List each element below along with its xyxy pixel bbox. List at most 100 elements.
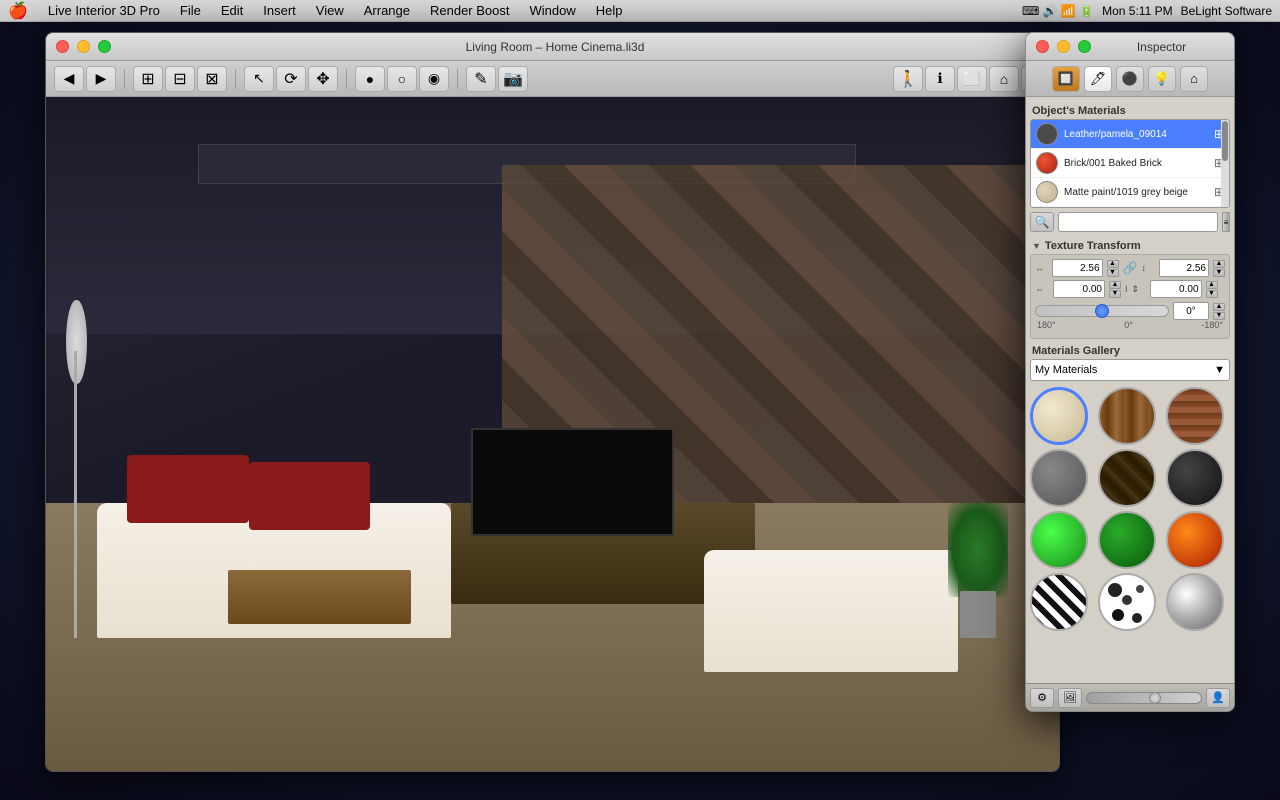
tab-paint[interactable]: 🖊 [1084,66,1112,92]
angle-stepper: ▲ ▼ [1213,303,1225,320]
tab-materials[interactable]: 🔲 [1052,66,1080,92]
angle-slider-track[interactable] [1035,305,1169,317]
gallery-item-zebra[interactable] [1030,573,1088,631]
tab-texture[interactable]: ⚫ [1116,66,1144,92]
floorplan-button[interactable]: ⊞ [133,66,163,92]
scale-x-input[interactable]: 2.56 [1052,259,1102,277]
menu-app-name[interactable]: Live Interior 3D Pro [44,3,164,18]
menu-render-boost[interactable]: Render Boost [426,3,514,18]
perspective-button[interactable]: ⊟ [165,66,195,92]
scale-y-down[interactable]: ▼ [1213,269,1225,277]
gallery-item-spots[interactable] [1098,573,1156,631]
forward-button[interactable]: ▶ [86,66,116,92]
material-item-brick[interactable]: Brick/001 Baked Brick ⊞ [1031,149,1229,178]
mat-name-brick: Brick/001 Baked Brick [1064,158,1208,169]
add-material-button[interactable]: ⚙ [1030,688,1054,708]
material-item-paint[interactable]: Matte paint/1019 grey beige ⊞ [1031,178,1229,207]
link-icon[interactable]: 🔗 [1123,261,1138,275]
offset-y-input[interactable]: 0.00 [1150,280,1202,298]
search-button[interactable]: 🔍 [1030,212,1054,232]
orbit-tool-button[interactable]: ⟳ [276,66,306,92]
scale-x-label: ↔ [1035,263,1048,273]
gallery-item-brick[interactable] [1166,387,1224,445]
inspector-body: Object's Materials Leather/pamela_09014 … [1026,97,1234,711]
menu-insert[interactable]: Insert [259,3,300,18]
menu-window[interactable]: Window [526,3,580,18]
minimize-button[interactable] [77,40,90,53]
viewport-3d[interactable] [46,97,1059,772]
search-input[interactable] [1058,212,1218,232]
gallery-item-fire[interactable] [1166,511,1224,569]
scale-y-up[interactable]: ▲ [1213,260,1225,268]
back-button[interactable]: ◀ [54,66,84,92]
info-button[interactable]: ℹ [925,66,955,92]
pan-tool-button[interactable]: ✥ [308,66,338,92]
floor-lamp [66,300,86,638]
materials-scroll[interactable] [1221,120,1229,207]
size-slider[interactable] [1086,692,1202,704]
offset-x-down[interactable]: ▼ [1109,290,1121,298]
preview-button[interactable]: 👤 [1206,688,1230,708]
gallery-item-green-dark[interactable] [1098,511,1156,569]
maximize-button[interactable] [98,40,111,53]
inspector-title: Inspector [1099,40,1224,54]
scale-x-up[interactable]: ▲ [1107,260,1119,268]
tab-light[interactable]: 💡 [1148,66,1176,92]
menu-help[interactable]: Help [592,3,627,18]
home-button[interactable]: ⌂ [989,66,1019,92]
angle-down[interactable]: ▼ [1213,312,1225,320]
menu-arrange[interactable]: Arrange [360,3,414,18]
coffee-table [228,570,410,624]
menu-edit[interactable]: Edit [217,3,247,18]
offset-x-input[interactable]: 0.00 [1053,280,1105,298]
list-options[interactable]: ≡ [1222,212,1230,232]
size-slider-thumb[interactable] [1149,692,1161,704]
gallery-dropdown-value: My Materials [1035,364,1097,376]
scale-y-input[interactable]: 2.56 [1159,259,1209,277]
inspector-minimize[interactable] [1057,40,1070,53]
cylinder-button[interactable]: ◉ [419,66,449,92]
angle-slider-thumb[interactable] [1095,304,1109,318]
3d-view-button[interactable]: ⊠ [197,66,227,92]
angle-up[interactable]: ▲ [1213,303,1225,311]
texture-transform-header: ▼ Texture Transform [1030,236,1230,254]
offset-x-up[interactable]: ▲ [1109,281,1121,289]
offset-y-down[interactable]: ▼ [1206,290,1218,298]
gallery-item-chrome[interactable] [1166,573,1224,631]
angle-value-box[interactable]: 0° [1173,302,1209,320]
camera-button[interactable]: 📷 [498,66,528,92]
gallery-item-wood[interactable] [1098,387,1156,445]
gallery-item-stone[interactable] [1030,449,1088,507]
circle-button[interactable]: ○ [387,66,417,92]
inspector-title-bar: Inspector [1026,33,1234,61]
draw-button[interactable]: ✎ [466,66,496,92]
scale-x-value: 2.56 [1080,263,1099,274]
tab-house[interactable]: ⌂ [1180,66,1208,92]
gallery-item-cream[interactable] [1030,387,1088,445]
menu-file[interactable]: File [176,3,205,18]
gallery-item-green-bright[interactable] [1030,511,1088,569]
window-button[interactable]: ⬜ [957,66,987,92]
inspector-maximize[interactable] [1078,40,1091,53]
gallery-item-black[interactable] [1166,449,1224,507]
gallery-dropdown[interactable]: My Materials ▼ [1030,359,1230,381]
select-tool-button[interactable]: ↖ [244,66,274,92]
menu-view[interactable]: View [312,3,348,18]
menu-brand: BeLight Software [1181,4,1272,18]
sphere-button[interactable]: ● [355,66,385,92]
apple-menu[interactable]: 🍎 [8,1,28,21]
menu-time: Mon 5:11 PM [1102,4,1172,18]
section-arrow: ▼ [1032,241,1041,251]
action-group: ✎ 📷 [466,66,528,92]
offset-row: ⇔ 0.00 ▲ ▼ I ⇕ 0.00 ▲ ▼ [1035,280,1225,298]
tool-group: ↖ ⟳ ✥ [244,66,338,92]
offset-y-up[interactable]: ▲ [1206,281,1218,289]
material-item-leather[interactable]: Leather/pamela_09014 ⊞ [1031,120,1229,149]
gallery-grid [1030,387,1230,631]
inspector-close[interactable] [1036,40,1049,53]
gallery-item-dark-wood[interactable] [1098,449,1156,507]
material-image-button[interactable]: 🖼 [1058,688,1082,708]
close-button[interactable] [56,40,69,53]
walk-button[interactable]: 🚶 [893,66,923,92]
scale-x-down[interactable]: ▼ [1107,269,1119,277]
